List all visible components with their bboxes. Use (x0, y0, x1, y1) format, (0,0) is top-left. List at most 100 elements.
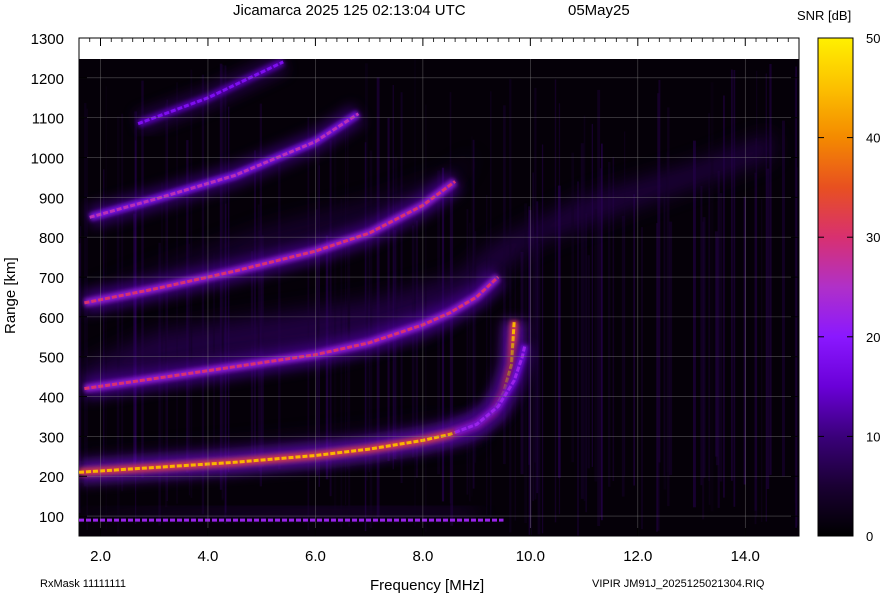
interference-streak (702, 221, 705, 520)
colorbar-tick-label: 0 (866, 529, 873, 544)
x-tick-label: 10.0 (516, 548, 545, 565)
interference-streak (394, 156, 398, 460)
interference-streak (509, 79, 512, 533)
chart-date: 05May25 (568, 2, 630, 19)
colorbar-tick-label: 30 (866, 230, 880, 245)
interference-streak (782, 120, 785, 477)
colorbar-tick-label: 10 (866, 429, 880, 444)
y-tick-label: 900 (39, 190, 64, 207)
interference-streak (471, 136, 473, 497)
ionogram-svg: Jicamarca 2025 125 02:13:04 UTC 05May25 … (2, 2, 880, 594)
x-tick-label: 14.0 (731, 548, 760, 565)
interference-streak (769, 64, 772, 475)
interference-streak (717, 170, 720, 508)
interference-streak (466, 209, 469, 495)
interference-streak (580, 143, 584, 499)
colorbar-tick-label: 40 (866, 131, 880, 146)
interference-streak (486, 194, 488, 515)
interference-streak (656, 223, 658, 532)
interference-streak (765, 73, 767, 522)
rxmask-label: RxMask 11111111 (40, 578, 126, 590)
x-axis-label: Frequency [MHz] (370, 577, 484, 594)
interference-streak (469, 222, 471, 502)
interference-streak (558, 103, 561, 515)
interference-streak (719, 192, 723, 482)
y-tick-label: 1000 (31, 151, 64, 168)
interference-streak (165, 103, 168, 508)
colorbar-tick-label: 20 (866, 330, 880, 345)
interference-streak (743, 196, 746, 485)
interference-streak (663, 195, 667, 490)
y-tick-label: 800 (39, 230, 64, 247)
interference-streak (585, 213, 587, 513)
interference-streak (387, 118, 390, 461)
interference-streak (201, 74, 205, 515)
file-label: VIPIR JM91J_2025125021304.RIQ (592, 578, 765, 590)
interference-streak (714, 231, 718, 457)
y-tick-label: 600 (39, 310, 64, 327)
interference-streak (536, 201, 539, 494)
interference-streak (348, 237, 351, 527)
interference-streak (400, 92, 403, 483)
interference-streak (450, 184, 454, 526)
interference-streak (731, 69, 733, 481)
y-axis-label: Range [km] (2, 257, 19, 334)
x-tick-label: 6.0 (305, 548, 326, 565)
y-tick-label: 500 (39, 350, 64, 367)
interference-streak (612, 156, 615, 481)
y-tick-label: 1200 (31, 71, 64, 88)
interference-streak (317, 137, 320, 473)
x-tick-label: 12.0 (623, 548, 652, 565)
interference-streak (633, 194, 635, 486)
interference-streak (532, 172, 534, 501)
interference-streak (708, 187, 711, 505)
interference-streak (761, 199, 763, 522)
interference-streak (307, 117, 310, 531)
x-tick-label: 8.0 (412, 548, 433, 565)
interference-streak (796, 167, 798, 526)
interference-streak (414, 59, 416, 527)
interference-streak (599, 168, 602, 517)
interference-streak (583, 115, 586, 502)
interference-streak (693, 140, 696, 508)
x-tick-label: 2.0 (90, 548, 111, 565)
colorbar (817, 37, 854, 537)
interference-streak (641, 227, 643, 530)
colorbar-tick-label: 50 (866, 31, 880, 46)
y-tick-label: 300 (39, 429, 64, 446)
interference-streak (754, 197, 757, 525)
chart-title: Jicamarca 2025 125 02:13:04 UTC (233, 2, 466, 19)
colorbar-label: SNR [dB] (797, 8, 851, 23)
interference-streak (161, 182, 163, 477)
interference-streak (591, 123, 593, 467)
interference-streak (368, 240, 370, 473)
interference-streak (490, 91, 492, 520)
interference-streak (571, 152, 574, 463)
interference-streak (733, 70, 736, 507)
interference-streak (278, 163, 281, 470)
interference-streak (228, 106, 230, 473)
interference-streak (621, 215, 625, 497)
interference-streak (710, 82, 714, 512)
interference-streak (594, 209, 598, 482)
x-tick-label: 4.0 (198, 548, 219, 565)
interference-streak (80, 226, 82, 467)
interference-streak (141, 80, 144, 479)
interference-streak (597, 89, 601, 527)
interference-streak (554, 79, 557, 523)
interference-streak (669, 221, 673, 476)
interference-streak (365, 63, 368, 481)
y-tick-label: 700 (39, 270, 64, 287)
ionogram-figure: Jicamarca 2025 125 02:13:04 UTC 05May25 … (0, 0, 884, 595)
interference-streak (441, 167, 445, 502)
interference-streak (411, 225, 415, 458)
interference-streak (666, 152, 670, 473)
y-tick-label: 1300 (31, 31, 64, 48)
interference-streak (541, 144, 544, 534)
interference-streak (608, 161, 611, 487)
interference-streak (254, 150, 256, 457)
interference-streak (577, 181, 579, 536)
y-tick-label: 100 (39, 509, 64, 526)
interference-streak (221, 107, 224, 501)
y-tick-label: 1100 (32, 111, 64, 128)
